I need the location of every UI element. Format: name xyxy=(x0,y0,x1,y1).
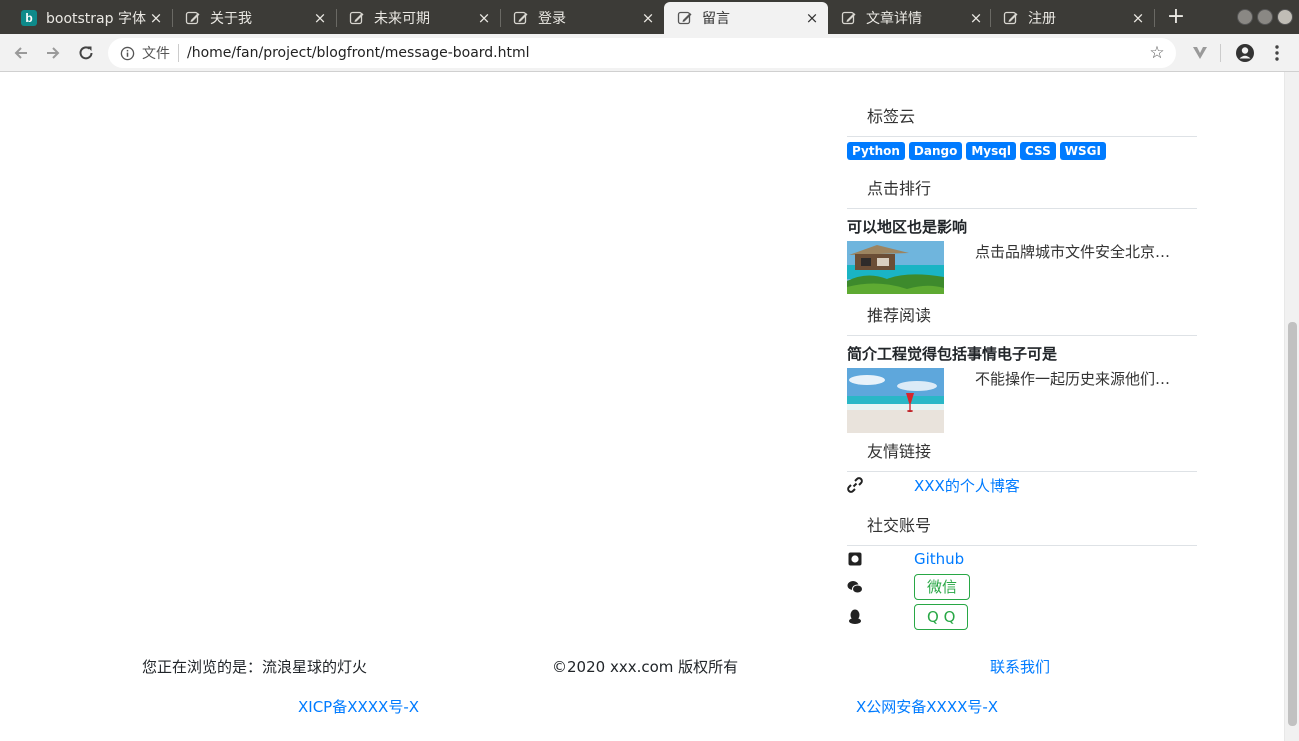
tag-cloud: Python Dango Mysql CSS WSGI xyxy=(847,137,1197,167)
popular-heading: 点击排行 xyxy=(847,167,1197,209)
minimize-button[interactable] xyxy=(1237,9,1253,25)
new-tab-button[interactable]: + xyxy=(1163,4,1189,30)
browser-toolbar: 文件 /home/fan/project/blogfront/message-b… xyxy=(0,34,1299,72)
recommended-article[interactable]: 不能操作一起历史来源他们… xyxy=(847,368,1197,434)
close-icon[interactable]: × xyxy=(804,9,820,27)
reload-icon xyxy=(79,46,93,60)
scrollbar-thumb[interactable] xyxy=(1288,322,1297,726)
qq-button[interactable]: Q Q xyxy=(914,604,969,630)
tag-badge[interactable]: Mysql xyxy=(966,142,1016,160)
reload-button[interactable] xyxy=(73,40,99,66)
friend-links-heading: 友情链接 xyxy=(847,434,1197,472)
popular-article[interactable]: 点击品牌城市文件安全北京… xyxy=(847,241,1197,298)
tab-title: 未来可期 xyxy=(374,11,430,27)
tag-cloud-heading: 标签云 xyxy=(847,72,1197,137)
tab-strip: b bootstrap 字体 × 关于我 × 未来可期 × 登录 × 留言 × … xyxy=(0,0,1299,34)
edit-icon xyxy=(512,9,530,27)
tab-title: 关于我 xyxy=(210,11,252,27)
tag-badge[interactable]: CSS xyxy=(1019,142,1056,160)
sidebar: 标签云 Python Dango Mysql CSS WSGI 点击排行 可以地… xyxy=(847,72,1197,632)
star-icon[interactable]: ☆ xyxy=(1146,43,1168,63)
wechat-icon xyxy=(847,579,863,595)
recommended-article-desc: 不能操作一起历史来源他们… xyxy=(975,370,1171,388)
edit-icon xyxy=(1002,9,1020,27)
bing-icon: b xyxy=(20,9,38,27)
footer-copyright: ©2020 xxx.com 版权所有 xyxy=(552,658,739,676)
recommended-article-thumbnail[interactable] xyxy=(847,368,944,433)
icp-link[interactable]: XICP备XXXX号-X xyxy=(298,696,419,717)
close-window-button[interactable] xyxy=(1277,9,1293,25)
close-icon[interactable]: × xyxy=(148,9,164,27)
close-icon[interactable]: × xyxy=(968,9,984,27)
tab-bootstrap[interactable]: b bootstrap 字体 × xyxy=(8,2,172,34)
edit-icon xyxy=(184,9,202,27)
tab-future[interactable]: 未来可期 × xyxy=(336,2,500,34)
recommended-heading: 推荐阅读 xyxy=(847,298,1197,336)
github-link[interactable]: Github xyxy=(914,550,964,568)
edit-icon xyxy=(348,9,366,27)
close-icon[interactable]: × xyxy=(312,9,328,27)
menu-button[interactable] xyxy=(1264,40,1290,66)
social-heading: 社交账号 xyxy=(847,498,1197,546)
tag-badge[interactable]: Python xyxy=(847,142,905,160)
tab-register[interactable]: 注册 × xyxy=(990,2,1154,34)
popular-article-desc: 点击品牌城市文件安全北京… xyxy=(975,243,1171,261)
tab-article-detail[interactable]: 文章详情 × xyxy=(828,2,992,34)
close-icon[interactable]: × xyxy=(1130,9,1146,27)
info-icon[interactable] xyxy=(118,46,136,61)
social-wechat[interactable]: 微信 xyxy=(847,572,1197,602)
github-icon xyxy=(847,551,863,567)
tab-message-board[interactable]: 留言 × xyxy=(664,2,828,34)
police-record-link[interactable]: X公网安备XXXX号-X xyxy=(856,696,998,717)
tab-title: 文章详情 xyxy=(866,11,922,27)
contact-us-link[interactable]: 联系我们 xyxy=(990,656,1050,677)
maximize-button[interactable] xyxy=(1257,9,1273,25)
close-icon[interactable]: × xyxy=(476,9,492,27)
popular-article-title[interactable]: 可以地区也是影响 xyxy=(847,217,1197,241)
tab-title: 注册 xyxy=(1028,11,1056,27)
social-qq[interactable]: Q Q xyxy=(847,602,1197,632)
address-bar[interactable]: 文件 /home/fan/project/blogfront/message-b… xyxy=(108,38,1176,68)
tab-login[interactable]: 登录 × xyxy=(500,2,664,34)
wechat-button[interactable]: 微信 xyxy=(914,574,971,600)
tab-title: 登录 xyxy=(538,11,566,27)
close-icon[interactable]: × xyxy=(640,9,656,27)
back-button[interactable] xyxy=(8,40,34,66)
tag-badge[interactable]: Dango xyxy=(908,142,963,160)
popular-article-thumbnail[interactable] xyxy=(847,241,944,294)
url-text[interactable]: /home/fan/project/blogfront/message-boar… xyxy=(187,45,1146,61)
edit-icon xyxy=(676,9,694,27)
account-icon xyxy=(1236,44,1254,62)
profile-button[interactable] xyxy=(1232,40,1258,66)
kebab-menu-icon xyxy=(1275,45,1279,61)
tab-about-me[interactable]: 关于我 × xyxy=(172,2,336,34)
friend-link-item[interactable]: XXX的个人博客 xyxy=(847,472,1197,498)
vertical-scrollbar[interactable] xyxy=(1284,72,1299,741)
file-label: 文件 xyxy=(142,46,170,62)
link-icon xyxy=(847,477,863,493)
social-github[interactable]: Github xyxy=(847,546,1197,572)
recommended-article-title[interactable]: 简介工程觉得包括事情电子可是 xyxy=(847,344,1197,368)
tab-title: 留言 xyxy=(702,11,730,27)
page-content: 标签云 Python Dango Mysql CSS WSGI 点击排行 可以地… xyxy=(0,72,1284,741)
friend-link[interactable]: XXX的个人博客 xyxy=(914,475,1020,496)
tag-badge[interactable]: WSGI xyxy=(1059,142,1106,160)
edit-icon xyxy=(840,9,858,27)
vee-icon xyxy=(1193,47,1207,59)
qq-icon xyxy=(847,609,863,625)
extension-button[interactable] xyxy=(1187,40,1213,66)
forward-button[interactable] xyxy=(40,40,66,66)
arrow-right-icon xyxy=(47,47,60,59)
arrow-left-icon xyxy=(14,47,27,59)
tab-title: bootstrap 字体 xyxy=(46,11,146,27)
footer-browsing: 您正在浏览的是：流浪星球的灯火 xyxy=(142,658,368,676)
